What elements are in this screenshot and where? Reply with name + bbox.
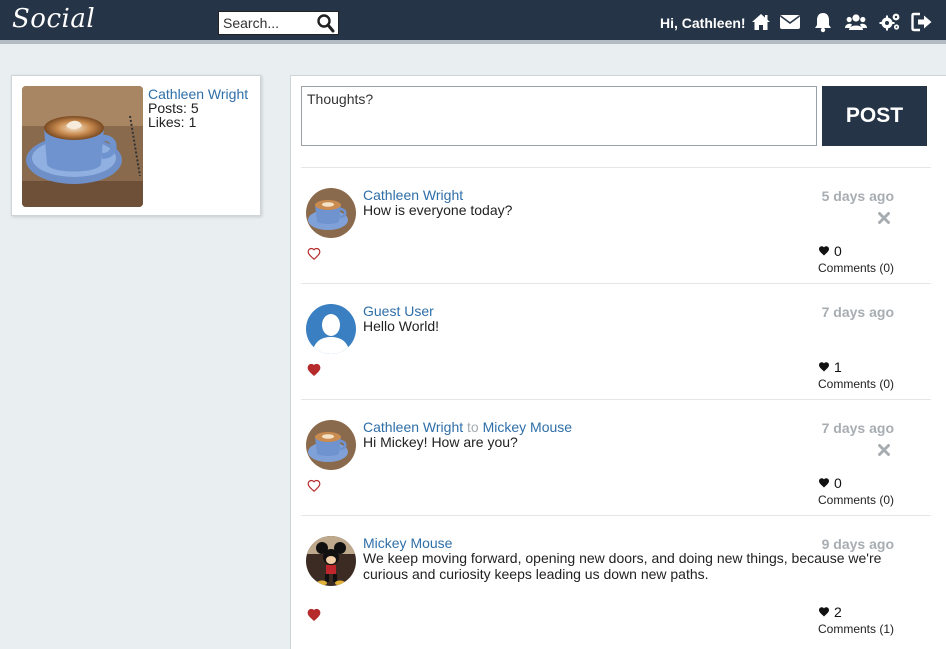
bell-icon[interactable]	[812, 11, 834, 33]
feed-panel: POST Cathleen WrightHow is everyone toda…	[290, 75, 946, 649]
feed-post: Mickey Mouse We keep moving forward, open…	[301, 515, 931, 643]
search-input[interactable]	[219, 12, 317, 34]
users-icon[interactable]	[845, 11, 867, 33]
gears-icon[interactable]	[879, 11, 901, 33]
post-like-count: 1	[818, 359, 842, 375]
heart-icon	[818, 360, 830, 372]
post-message: How is everyone today?	[363, 202, 513, 218]
post-message: We keep moving forward, opening new door…	[363, 550, 882, 582]
post-author-line: Guest User	[363, 303, 434, 319]
app-logo[interactable]: Social	[12, 4, 95, 34]
post-message: Hi Mickey! How are you?	[363, 434, 518, 450]
feed-post: Guest User Hello World! 7 days ago 1 Comment…	[301, 283, 931, 399]
post-author-link[interactable]: Cathleen Wright	[363, 187, 463, 203]
profile-photo[interactable]	[22, 86, 143, 207]
post-author-link[interactable]: Mickey Mouse	[363, 535, 452, 551]
heart-icon	[818, 244, 830, 256]
like-count-value: 0	[834, 475, 842, 491]
heart-icon	[818, 605, 830, 617]
post-avatar[interactable]	[306, 536, 356, 586]
post-avatar[interactable]	[306, 188, 356, 238]
delete-post-icon[interactable]	[877, 211, 891, 225]
post-author-link[interactable]: Guest User	[363, 303, 434, 319]
post-like-count: 0	[818, 475, 842, 491]
post-comments-link[interactable]: Comments (1)	[818, 622, 894, 636]
unlike-heart-icon[interactable]	[307, 363, 321, 377]
like-count-value: 0	[834, 243, 842, 259]
profile-likes-count: Likes: 1	[148, 114, 196, 130]
feed-post: Cathleen Wright How is everyone today? 5 d…	[301, 167, 931, 283]
post-author-line: Cathleen Wright to Mickey Mouse	[363, 419, 572, 435]
post-timestamp: 7 days ago	[821, 304, 894, 320]
delete-post-icon[interactable]	[877, 443, 891, 457]
likes-value: 1	[188, 114, 197, 130]
sign-out-icon[interactable]	[911, 11, 933, 33]
likes-label: Likes:	[148, 114, 185, 130]
post-timestamp: 5 days ago	[821, 188, 894, 204]
like-heart-icon[interactable]	[307, 479, 321, 493]
feed-post: Cathleen Wright to Mickey Mouse Hi Mickey…	[301, 399, 931, 515]
post-avatar[interactable]	[306, 304, 356, 354]
envelope-icon[interactable]	[779, 11, 801, 33]
unlike-heart-icon[interactable]	[307, 608, 321, 622]
search-icon[interactable]	[316, 13, 336, 33]
post-like-count: 0	[818, 243, 842, 259]
search-box	[218, 11, 339, 35]
like-heart-icon[interactable]	[307, 247, 321, 261]
post-comments-link[interactable]: Comments (0)	[818, 377, 894, 391]
like-count-value: 2	[834, 604, 842, 620]
post-to-word: to	[467, 419, 479, 435]
home-icon[interactable]	[750, 11, 772, 33]
post-message: Hello World!	[363, 318, 439, 334]
post-author-line: Mickey Mouse	[363, 535, 452, 551]
top-navbar: Social Hi, Cathleen!	[0, 0, 946, 44]
post-comments-link[interactable]: Comments (0)	[818, 261, 894, 275]
post-composer[interactable]	[301, 86, 817, 146]
user-greeting: Hi, Cathleen!	[660, 15, 746, 31]
post-timestamp: 7 days ago	[821, 420, 894, 436]
post-timestamp: 9 days ago	[821, 536, 894, 552]
post-author-line: Cathleen Wright	[363, 187, 463, 203]
like-count-value: 1	[834, 359, 842, 375]
post-like-count: 2	[818, 604, 842, 620]
post-recipient-link[interactable]: Mickey Mouse	[483, 419, 572, 435]
post-comments-link[interactable]: Comments (0)	[818, 493, 894, 507]
post-button[interactable]: POST	[822, 86, 927, 146]
profile-card: Cathleen Wright Posts: 5 Likes: 1	[11, 75, 261, 216]
heart-icon	[818, 476, 830, 488]
post-author-link[interactable]: Cathleen Wright	[363, 419, 463, 435]
post-avatar[interactable]	[306, 420, 356, 470]
